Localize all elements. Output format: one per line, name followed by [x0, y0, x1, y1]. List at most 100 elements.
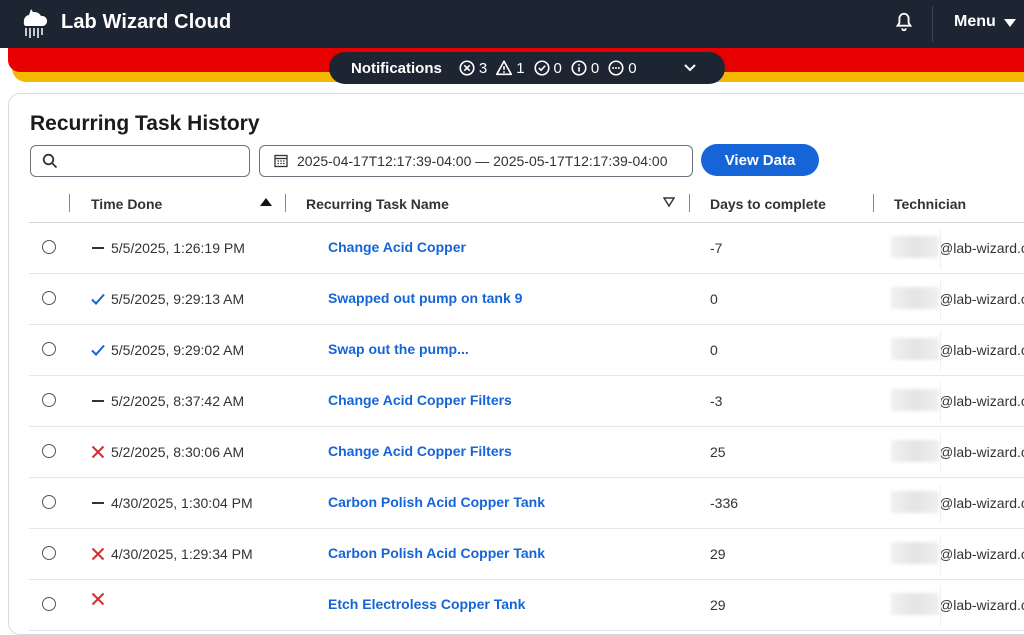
cell-separator — [940, 229, 941, 269]
warning-triangle-icon — [496, 60, 513, 76]
row-select-radio[interactable] — [42, 597, 56, 611]
cell-separator — [940, 586, 941, 626]
task-name-link[interactable]: Change Acid Copper — [328, 239, 466, 255]
days-to-complete-cell: -3 — [710, 393, 723, 409]
technician-cell: @lab-wizard.co — [891, 440, 1024, 463]
task-name-link[interactable]: Change Acid Copper Filters — [328, 443, 512, 459]
warning-count-value: 1 — [516, 59, 525, 77]
row-select-radio[interactable] — [42, 291, 56, 305]
warning-count[interactable]: 1 — [495, 59, 525, 77]
row-select-radio[interactable] — [42, 240, 56, 254]
x-icon — [91, 592, 105, 606]
days-to-complete-cell: 29 — [710, 546, 726, 562]
task-name-link[interactable]: Etch Electroless Copper Tank — [328, 596, 525, 612]
search-icon — [42, 153, 58, 169]
table-row[interactable]: 5/5/2025, 9:29:02 AM Swap out the pump...… — [29, 325, 1024, 376]
column-header-days-to-complete[interactable]: Days to complete — [710, 196, 826, 212]
date-range-picker[interactable]: 2025-04-17T12:17:39-04:00 — 2025-05-17T1… — [259, 145, 693, 177]
column-header-time-done[interactable]: Time Done — [91, 196, 162, 212]
menu-label: Menu — [954, 13, 996, 30]
cell-separator — [940, 433, 941, 473]
technician-cell: @lab-wizard.co — [891, 491, 1024, 514]
column-separator[interactable] — [689, 194, 690, 212]
technician-email: @lab-wizard.co — [939, 291, 1024, 307]
search-input[interactable] — [67, 149, 247, 173]
check-icon — [91, 344, 105, 356]
table-header: Time Done Recurring Task Name Days to co… — [29, 190, 1024, 223]
x-icon — [91, 547, 105, 561]
calendar-icon — [274, 154, 288, 168]
cell-separator — [940, 280, 941, 320]
check-icon — [91, 293, 105, 305]
row-select-radio[interactable] — [42, 393, 56, 407]
cell-separator — [940, 331, 941, 371]
column-header-technician[interactable]: Technician — [894, 196, 966, 212]
page-title: Recurring Task History — [30, 112, 260, 135]
wizard-cloud-icon[interactable] — [16, 6, 50, 40]
task-name-link[interactable]: Swap out the pump... — [328, 341, 469, 357]
time-done-cell: 5/5/2025, 9:29:13 AM — [111, 291, 245, 307]
cell-separator — [940, 535, 941, 575]
info-count[interactable]: 0 — [570, 59, 599, 77]
topbar-divider — [932, 6, 933, 42]
row-select-radio[interactable] — [42, 444, 56, 458]
column-header-task-name[interactable]: Recurring Task Name — [306, 196, 449, 212]
row-select-radio[interactable] — [42, 495, 56, 509]
dash-icon — [92, 247, 104, 249]
time-done-cell: 4/30/2025, 1:29:34 PM — [111, 546, 253, 562]
technician-cell: @lab-wizard.co — [891, 236, 1024, 259]
sort-ascending-icon[interactable] — [260, 198, 272, 206]
row-select-radio[interactable] — [42, 546, 56, 560]
redacted-name — [891, 440, 939, 463]
technician-email: @lab-wizard.co — [939, 546, 1024, 562]
redacted-name — [891, 338, 939, 361]
x-icon — [91, 445, 105, 459]
time-done-cell: 5/5/2025, 9:29:02 AM — [111, 342, 245, 358]
technician-email: @lab-wizard.co — [939, 240, 1024, 256]
task-name-link[interactable]: Carbon Polish Acid Copper Tank — [328, 545, 545, 561]
cell-separator — [940, 382, 941, 422]
days-to-complete-cell: 29 — [710, 597, 726, 613]
table-row[interactable]: 4/30/2025, 1:30:04 PM Carbon Polish Acid … — [29, 478, 1024, 529]
search-field[interactable] — [30, 145, 250, 177]
redacted-name — [891, 593, 939, 616]
redacted-name — [891, 389, 939, 412]
success-count[interactable]: 0 — [533, 59, 562, 77]
success-count-value: 0 — [553, 59, 562, 77]
task-name-link[interactable]: Swapped out pump on tank 9 — [328, 290, 522, 306]
table-row[interactable]: 5/5/2025, 9:29:13 AM Swapped out pump on … — [29, 274, 1024, 325]
chevron-down-icon[interactable] — [683, 61, 697, 75]
bell-icon[interactable] — [893, 11, 915, 33]
redacted-name — [891, 542, 939, 565]
days-to-complete-cell: 0 — [710, 342, 718, 358]
table-row[interactable]: 5/5/2025, 1:26:19 PM Change Acid Copper -7… — [29, 223, 1024, 274]
time-done-cell: 5/2/2025, 8:37:42 AM — [111, 393, 245, 409]
time-done-cell: 4/30/2025, 1:30:04 PM — [111, 495, 253, 511]
date-range-value: 2025-04-17T12:17:39-04:00 — 2025-05-17T1… — [297, 153, 668, 169]
menu-button[interactable]: Menu — [954, 13, 1016, 31]
table-row[interactable]: 5/2/2025, 8:37:42 AM Change Acid Copper F… — [29, 376, 1024, 427]
table-row[interactable]: 5/2/2025, 8:30:06 AM Change Acid Copper F… — [29, 427, 1024, 478]
task-name-link[interactable]: Carbon Polish Acid Copper Tank — [328, 494, 545, 510]
info-count-value: 0 — [590, 59, 600, 77]
notifications-bar[interactable]: Notifications 3 1 0 0 0 — [329, 52, 725, 84]
days-to-complete-cell: 25 — [710, 444, 726, 460]
notifications-label: Notifications — [351, 59, 442, 77]
table-row[interactable]: 4/30/2025, 1:29:34 PM Carbon Polish Acid … — [29, 529, 1024, 580]
redacted-name — [891, 287, 939, 310]
days-to-complete-cell: -7 — [710, 240, 723, 256]
filter-icon[interactable] — [663, 196, 675, 208]
dash-icon — [92, 502, 104, 504]
other-count[interactable]: 0 — [607, 59, 637, 77]
technician-email: @lab-wizard.co — [939, 597, 1024, 613]
column-separator[interactable] — [873, 194, 874, 212]
task-name-link[interactable]: Change Acid Copper Filters — [328, 392, 512, 408]
table-row[interactable]: Etch Electroless Copper Tank 29 @lab-wizar… — [29, 580, 1024, 631]
row-select-radio[interactable] — [42, 342, 56, 356]
error-count[interactable]: 3 — [458, 59, 487, 77]
column-separator[interactable] — [285, 194, 286, 212]
more-circle-icon — [608, 60, 624, 76]
view-data-button[interactable]: View Data — [701, 144, 819, 176]
time-done-cell: 5/5/2025, 1:26:19 PM — [111, 240, 245, 256]
redacted-name — [891, 236, 939, 259]
